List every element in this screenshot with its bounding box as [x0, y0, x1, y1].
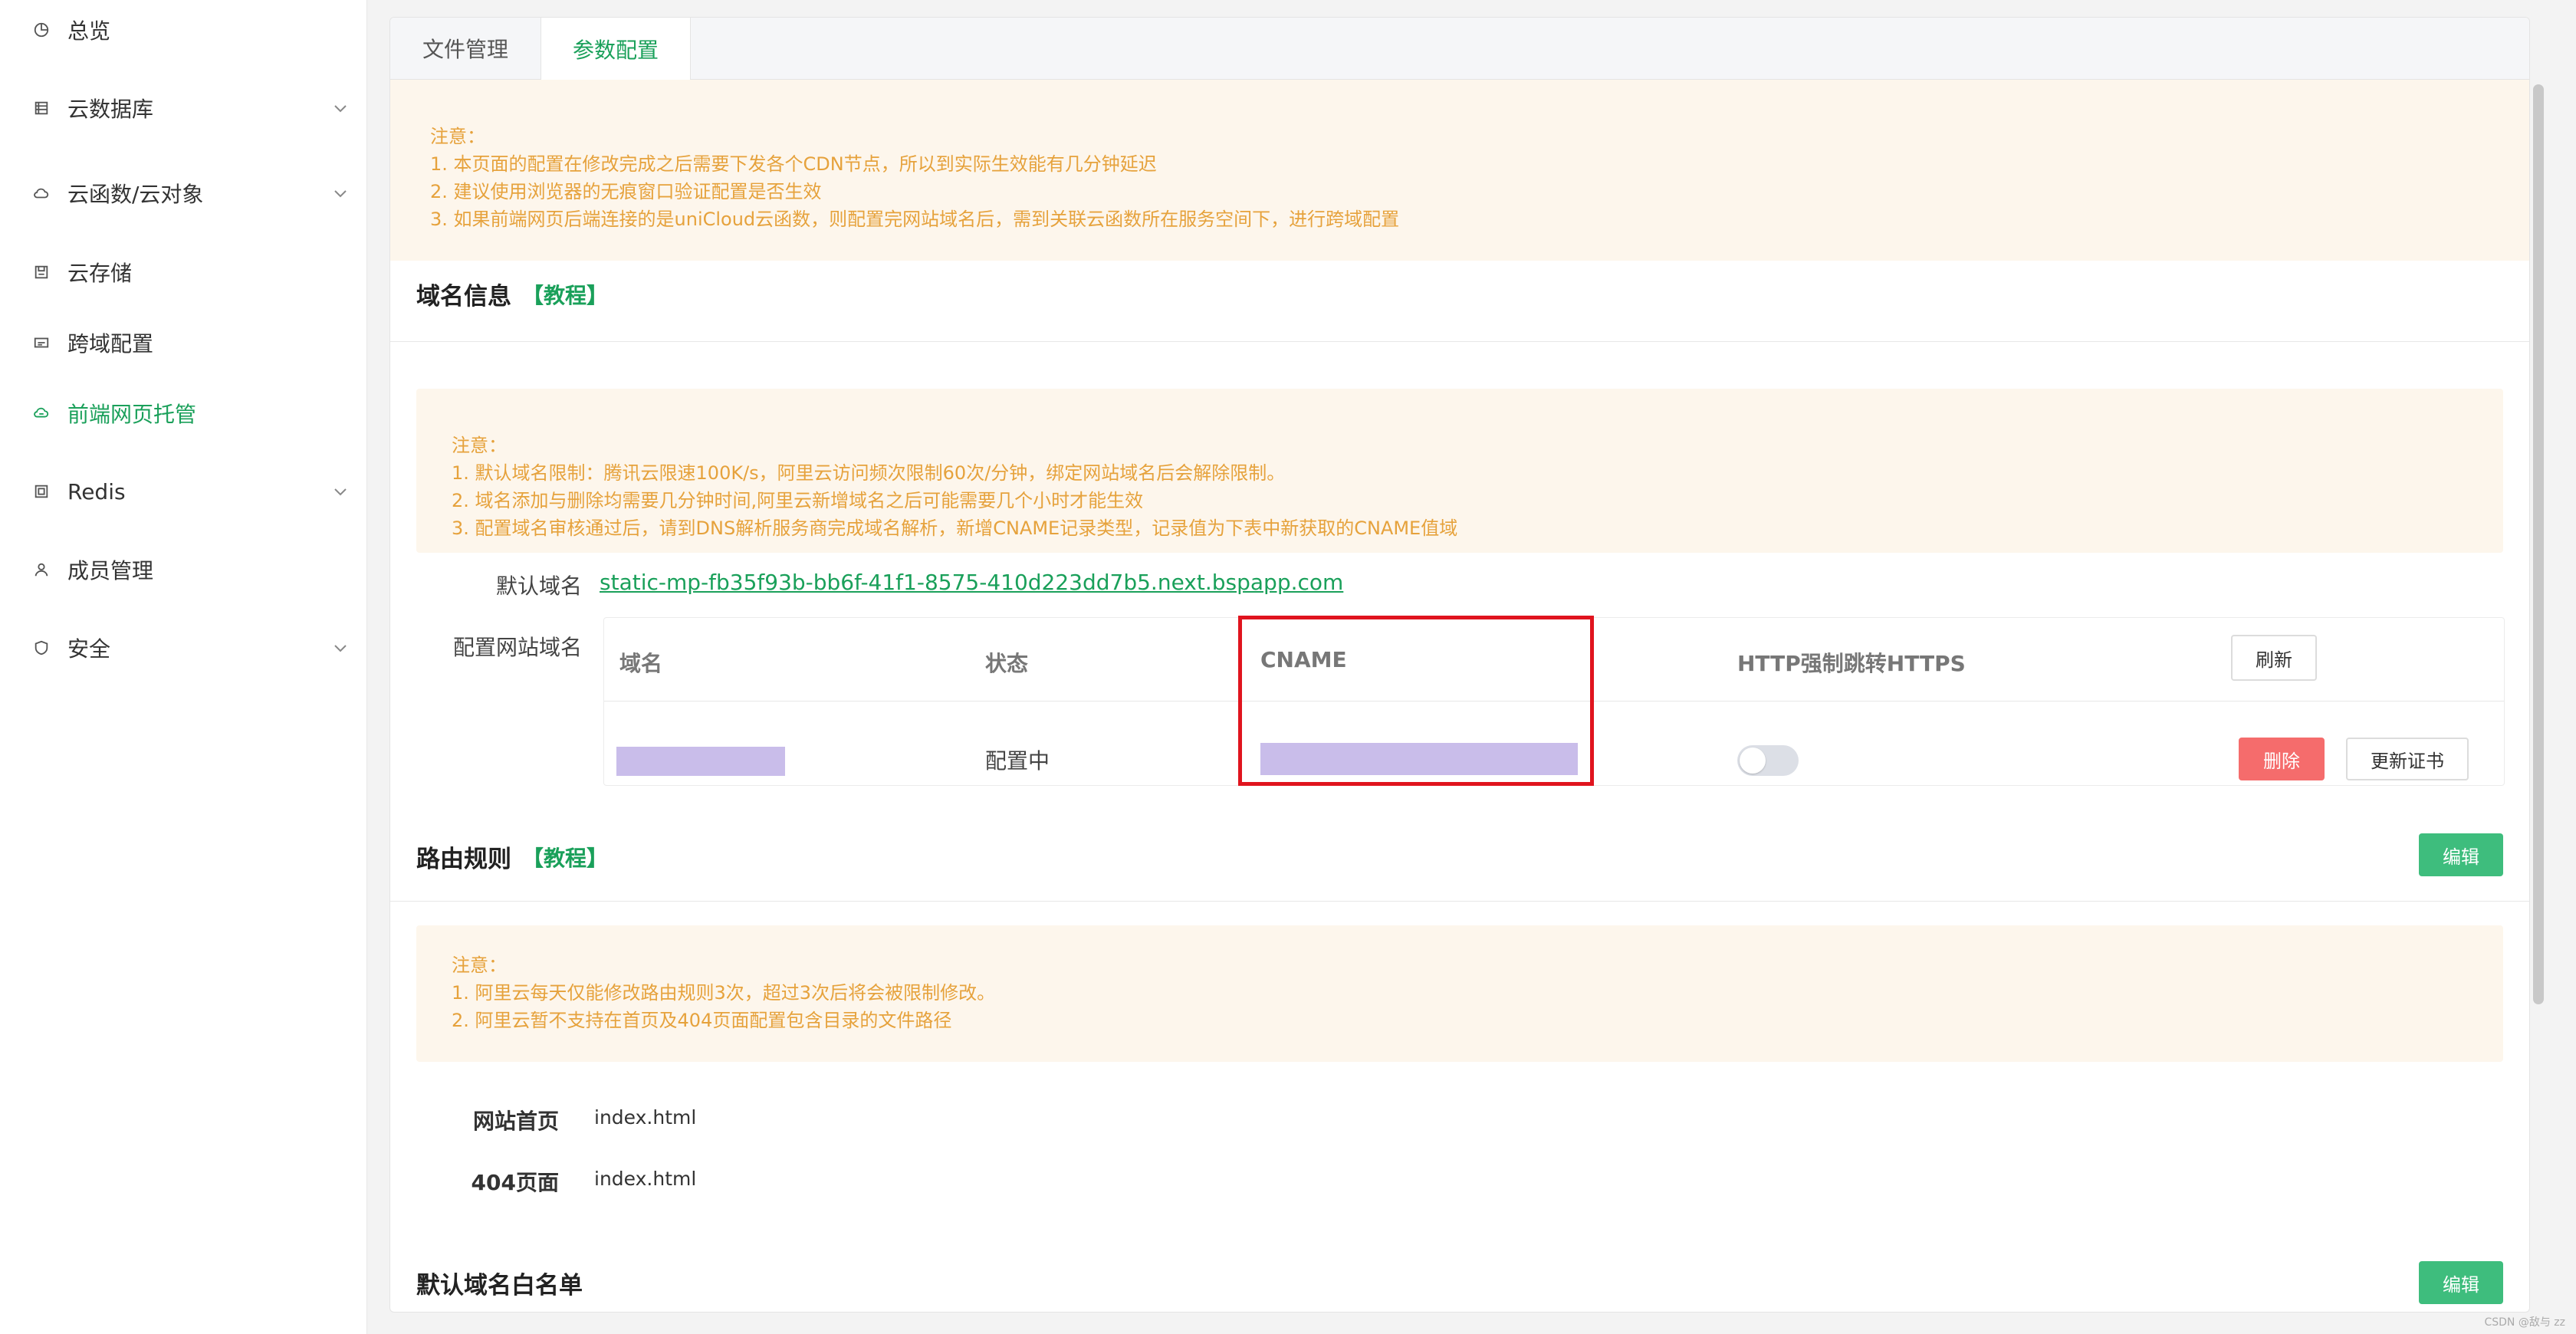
notice-line: 1. 默认域名限制：腾讯云限速100K/s，阿里云访问频次限制60次/分钟，绑定… — [452, 462, 1286, 484]
notice-title: 注意： — [430, 126, 485, 147]
tab-bar: 文件管理 参数配置 — [390, 18, 2529, 80]
hosting-icon — [31, 402, 52, 424]
section-title-routing: 路由规则 【教程】 — [416, 840, 608, 874]
page404-value: index.html — [594, 1168, 697, 1190]
table-header-domain: 域名 — [619, 651, 663, 676]
cross-domain-icon — [31, 332, 52, 353]
redis-icon — [31, 481, 52, 502]
delete-button[interactable]: 删除 — [2239, 738, 2325, 780]
notice-line: 1. 本页面的配置在修改完成之后需要下发各个CDN节点，所以到实际生效能有几分钟… — [430, 153, 1157, 175]
user-icon — [31, 559, 52, 580]
default-domain-label: 默认域名 — [495, 573, 582, 599]
sidebar-item-label: 云函数/云对象 — [67, 182, 204, 207]
tab-file-management[interactable]: 文件管理 — [390, 18, 540, 79]
shield-icon — [31, 637, 52, 659]
sidebar-item-web-hosting[interactable]: 前端网页托管 — [0, 390, 366, 436]
sidebar: 总览 云数据库 云函数/云对象 云存储 跨域配置 前端网页托管 Redis 成员… — [0, 0, 367, 1334]
https-redirect-toggle[interactable] — [1737, 745, 1799, 776]
sidebar-item-label: 成员管理 — [67, 558, 154, 583]
sidebar-item-members[interactable]: 成员管理 — [0, 547, 366, 593]
section-title-text: 域名信息 — [416, 283, 511, 310]
notice-line: 1. 阿里云每天仅能修改路由规则3次，超过3次后将会被限制修改。 — [452, 982, 996, 1004]
homepage-label: 网站首页 — [472, 1109, 559, 1134]
sidebar-item-cloud-functions[interactable]: 云函数/云对象 — [0, 170, 366, 216]
page404-label: 404页面 — [471, 1170, 559, 1195]
notice-line: 2. 域名添加与删除均需要几分钟时间,阿里云新增域名之后可能需要几个小时才能生效 — [452, 490, 1144, 511]
notice-title: 注意： — [452, 955, 507, 976]
notice-domain: 注意： 1. 默认域名限制：腾讯云限速100K/s，阿里云访问频次限制60次/分… — [416, 389, 2503, 553]
main-panel: 文件管理 参数配置 注意： 1. 本页面的配置在修改完成之后需要下发各个CDN节… — [389, 17, 2530, 1313]
chevron-down-icon — [331, 99, 350, 117]
chevron-down-icon — [331, 639, 350, 657]
chevron-down-icon — [331, 482, 350, 501]
status-cell: 配置中 — [985, 748, 1050, 774]
scrollbar[interactable] — [2533, 84, 2544, 1004]
sidebar-item-label: 云数据库 — [67, 97, 154, 122]
database-icon — [31, 97, 52, 119]
section-title-whitelist: 默认域名白名单 — [416, 1266, 583, 1300]
table-header-https-redirect: HTTP强制跳转HTTPS — [1737, 651, 1966, 676]
tutorial-link[interactable]: 【教程】 — [522, 842, 608, 872]
sidebar-item-security[interactable]: 安全 — [0, 625, 366, 671]
sidebar-item-label: Redis — [67, 478, 126, 504]
sidebar-item-label: 安全 — [67, 636, 111, 662]
notice-title: 注意： — [452, 435, 507, 456]
redacted-domain — [616, 747, 785, 776]
storage-icon — [31, 261, 52, 283]
cloud-icon — [31, 182, 52, 204]
sidebar-item-label: 前端网页托管 — [67, 402, 197, 427]
renew-cert-button[interactable]: 更新证书 — [2346, 738, 2469, 780]
cname-highlight-box — [1238, 616, 1594, 786]
refresh-button[interactable]: 刷新 — [2231, 635, 2317, 681]
sidebar-item-cloud-storage[interactable]: 云存储 — [0, 249, 366, 295]
sidebar-item-overview[interactable]: 总览 — [0, 7, 366, 53]
sidebar-item-label: 云存储 — [67, 261, 133, 286]
pie-chart-icon — [31, 19, 52, 41]
section-title-text: 默认域名白名单 — [416, 1272, 583, 1300]
routing-edit-button[interactable]: 编辑 — [2419, 833, 2503, 876]
notice-line: 2. 建议使用浏览器的无痕窗口验证配置是否生效 — [430, 181, 822, 202]
tutorial-link[interactable]: 【教程】 — [522, 279, 608, 310]
notice-line: 3. 配置域名审核通过后，请到DNS解析服务商完成域名解析，新增CNAME记录类… — [452, 518, 1458, 539]
custom-domain-label: 配置网站域名 — [452, 635, 582, 660]
sidebar-item-label: 跨域配置 — [67, 331, 154, 356]
tab-params-config[interactable]: 参数配置 — [540, 18, 691, 80]
notice-line: 2. 阿里云暂不支持在首页及404页面配置包含目录的文件路径 — [452, 1010, 952, 1031]
whitelist-edit-button[interactable]: 编辑 — [2419, 1261, 2503, 1304]
table-header-status: 状态 — [985, 651, 1029, 676]
homepage-value: index.html — [594, 1106, 697, 1129]
notice-line: 3. 如果前端网页后端连接的是uniCloud云函数，则配置完网站域名后，需到关… — [430, 209, 1400, 230]
notice-routing: 注意： 1. 阿里云每天仅能修改路由规则3次，超过3次后将会被限制修改。 2. … — [416, 925, 2503, 1062]
divider — [390, 341, 2529, 342]
toggle-knob — [1740, 748, 1766, 774]
section-title-domain: 域名信息 【教程】 — [416, 277, 608, 311]
sidebar-item-database[interactable]: 云数据库 — [0, 85, 366, 131]
default-domain-link[interactable]: static-mp-fb35f93b-bb6f-41f1-8575-410d22… — [600, 570, 1343, 595]
section-title-text: 路由规则 — [416, 846, 511, 873]
notice-top: 注意： 1. 本页面的配置在修改完成之后需要下发各个CDN节点，所以到实际生效能… — [390, 80, 2529, 261]
sidebar-item-cross-domain[interactable]: 跨域配置 — [0, 320, 366, 366]
divider — [390, 901, 2529, 902]
chevron-down-icon — [331, 184, 350, 202]
sidebar-item-label: 总览 — [67, 18, 111, 44]
sidebar-item-redis[interactable]: Redis — [0, 468, 366, 514]
watermark: CSDN @敌与 zz — [2484, 1316, 2565, 1329]
